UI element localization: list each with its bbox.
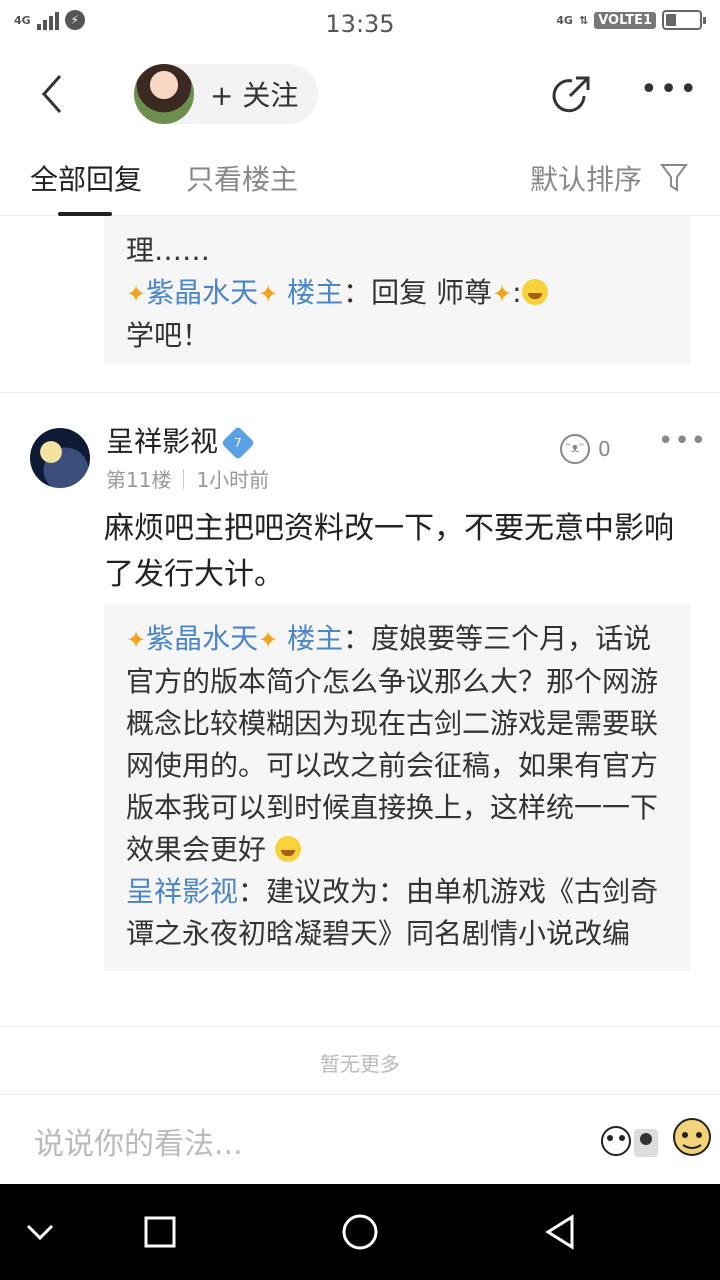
reply-tabs: 全部回复 只看楼主 默认排序 (0, 140, 720, 216)
sparkle-icon: ✦ (258, 280, 279, 308)
previous-reply-quote: 理…… ✦紫晶水天✦ 楼主：回复 师尊✦: 学吧！ (104, 216, 690, 364)
like-count: 0 (598, 437, 611, 461)
quote-text-1: ：度娘要等三个月，话说官方的版本简介怎么争议那么大？那个网游概念比较模糊因为现在… (126, 622, 659, 866)
data-arrows-icon: ⇅ (578, 13, 589, 27)
home-icon[interactable] (340, 1212, 380, 1252)
meme-sticker-icon[interactable] (670, 1115, 714, 1165)
active-tab-indicator (58, 212, 112, 216)
tab-all-replies[interactable]: 全部回复 (30, 158, 142, 198)
post-meta: 第11楼 1小时前 (106, 464, 269, 493)
status-right: 4G ⇅ VOLTE1 (556, 10, 706, 30)
reply-text-end: 学吧！ (126, 319, 211, 352)
filter-icon[interactable] (660, 162, 688, 192)
post-author[interactable]: 呈祥影视 7 (106, 420, 255, 460)
comment-bar: 说说你的看法... (0, 1094, 720, 1184)
status-bar: 4G ⚡ 13:35 4G ⇅ VOLTE1 (0, 0, 720, 52)
comment-input[interactable]: 说说你的看法... (34, 1119, 243, 1163)
back-nav-icon[interactable] (540, 1212, 580, 1252)
post-reply-quote[interactable]: ✦紫晶水天✦ 楼主：度娘要等三个月，话说官方的版本简介怎么争议那么大？那个网游概… (104, 604, 690, 971)
sparkle-icon: ✦ (126, 626, 147, 654)
sparkle-icon: ✦ (126, 280, 147, 308)
quote-role-1: 楼主 (287, 622, 344, 655)
replies-list: 理…… ✦紫晶水天✦ 楼主：回复 师尊✦: 学吧！ 呈祥影视 7 第11楼 1小时… (0, 216, 720, 1094)
system-navigation-bar (0, 1184, 720, 1280)
quote-author-2[interactable]: 呈祥影视 (126, 875, 238, 908)
panda-sticker-icon[interactable] (600, 1121, 662, 1161)
like-button[interactable]: ᵔᴥᵔ 0 (560, 434, 611, 464)
back-icon[interactable] (30, 70, 78, 118)
reply-author-link[interactable]: 紫晶水天 (146, 276, 258, 309)
volte-badge: VOLTE1 (594, 11, 656, 29)
owner-avatar[interactable] (134, 64, 194, 124)
network-type-right: 4G (556, 13, 573, 27)
grin-emoji-icon (521, 279, 548, 305)
level-badge-icon: 7 (221, 426, 255, 460)
smile-emoji-icon (274, 836, 301, 862)
floor-number: 第11楼 (106, 468, 172, 492)
top-navigation: + 关注 ••• (0, 52, 720, 140)
sparkle-icon: ✦ (258, 626, 279, 654)
no-more-label: 暂无更多 (320, 1052, 400, 1076)
follow-button[interactable]: + 关注 (210, 74, 298, 114)
post-time: 1小时前 (196, 468, 270, 492)
quote-fragment: 理…… (126, 234, 211, 267)
like-icon[interactable]: ᵔᴥᵔ (560, 434, 590, 464)
follow-pill[interactable]: + 关注 (134, 64, 318, 124)
reply-role-label: 楼主 (287, 276, 344, 309)
more-icon[interactable]: ••• (640, 72, 697, 116)
divider (0, 392, 720, 393)
hide-nav-icon[interactable] (20, 1212, 60, 1252)
quote-author-1[interactable]: 紫晶水天 (146, 622, 258, 655)
post-more-icon[interactable]: ••• (658, 426, 707, 456)
divider (0, 1026, 720, 1027)
sort-dropdown[interactable]: 默认排序 (530, 158, 642, 198)
battery-icon (662, 10, 706, 30)
meta-divider (183, 468, 185, 489)
recent-apps-icon[interactable] (140, 1212, 180, 1252)
sparkle-icon: ✦ (492, 280, 513, 308)
post-body: 麻烦吧主把吧资料改一下，不要无意中影响了发行大计。 (104, 511, 674, 592)
share-icon[interactable] (550, 74, 592, 116)
reply-text: ：回复 师尊 (343, 276, 493, 309)
tab-owner-only[interactable]: 只看楼主 (186, 158, 298, 198)
post-author-avatar[interactable] (30, 428, 90, 488)
